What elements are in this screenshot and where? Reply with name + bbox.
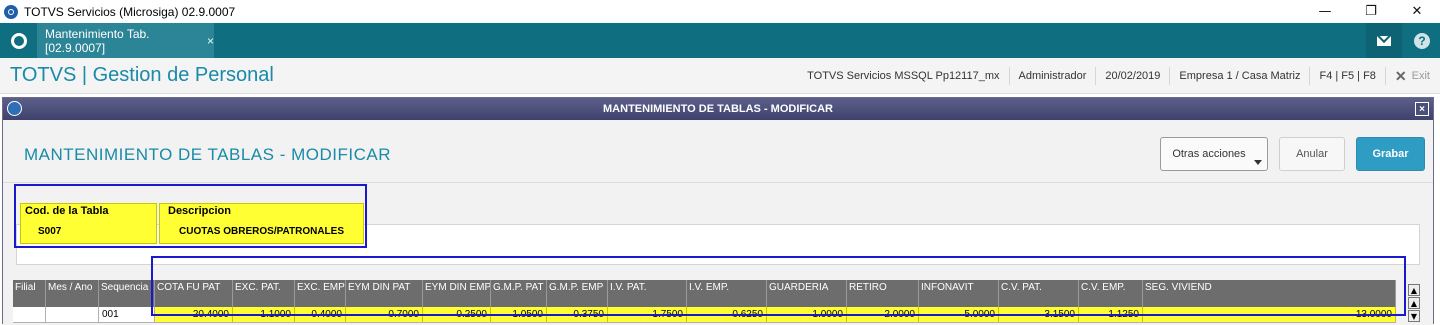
column-header[interactable]: EXC. EMP bbox=[295, 280, 346, 307]
column-header[interactable]: EYM DIN PAT bbox=[346, 280, 423, 307]
help-icon: ? bbox=[1414, 32, 1430, 49]
column-header[interactable]: G.M.P. PAT bbox=[491, 280, 547, 307]
grid-scroll-buttons: ▲ ▲ ▼ bbox=[1408, 284, 1420, 322]
grid-cell[interactable]: 5.0000 bbox=[919, 307, 999, 323]
company-label[interactable]: Empresa 1 / Casa Matriz bbox=[1169, 67, 1309, 85]
dialog-title: MANTENIMIENTO DE TABLAS - MODIFICAR bbox=[603, 103, 833, 115]
exit-label: Exit bbox=[1411, 70, 1430, 82]
data-grid: Filial Mes / Ano Sequencia COTA FU PAT E… bbox=[13, 280, 1406, 325]
column-header[interactable]: GUARDERIA bbox=[767, 280, 847, 307]
tab-bar: Mantenimiento Tab. [02.9.0007] × ? bbox=[0, 23, 1440, 58]
mail-button[interactable] bbox=[1366, 23, 1402, 58]
dialog-titlebar: MANTENIMIENTO DE TABLAS - MODIFICAR × bbox=[3, 98, 1433, 120]
cod-tabla-value: S007 bbox=[38, 226, 62, 237]
column-header[interactable]: RETIRO bbox=[847, 280, 919, 307]
grabar-button[interactable]: Grabar bbox=[1356, 137, 1425, 171]
descripcion-field[interactable]: Descripcion CUOTAS OBREROS/PATRONALES bbox=[159, 203, 364, 244]
grid-header-row: Filial Mes / Ano Sequencia COTA FU PAT E… bbox=[13, 280, 1396, 307]
app-icon bbox=[4, 4, 18, 19]
divider bbox=[3, 182, 1433, 183]
tab-mantenimiento[interactable]: Mantenimiento Tab. [02.9.0007] × bbox=[37, 23, 214, 58]
table-row[interactable]: 001 20.4000 1.1000 0.4000 0.7000 0.2500 … bbox=[13, 307, 1396, 323]
column-header[interactable]: C.V. EMP. bbox=[1079, 280, 1143, 307]
tab-close-icon[interactable]: × bbox=[207, 34, 214, 48]
column-header[interactable]: SEG. VIVIEND bbox=[1143, 280, 1396, 307]
chevron-down-icon bbox=[1254, 160, 1262, 165]
cod-tabla-label: Cod. de la Tabla bbox=[25, 205, 109, 217]
grid-cell[interactable]: 1.0500 bbox=[491, 307, 547, 323]
column-header[interactable]: COTA FU PAT bbox=[155, 280, 233, 307]
environment-label: TOTVS Servicios MSSQL Pp12117_mx bbox=[807, 70, 1000, 82]
anular-button[interactable]: Anular bbox=[1279, 137, 1345, 171]
module-title: TOTVS | Gestion de Personal bbox=[10, 64, 274, 86]
grid-cell[interactable]: 0.4000 bbox=[295, 307, 346, 323]
dialog-close-button[interactable]: × bbox=[1415, 102, 1429, 116]
user-label: Administrador bbox=[1008, 67, 1096, 85]
grid-cell[interactable]: 1.0000 bbox=[767, 307, 847, 323]
window-titlebar: TOTVS Servicios (Microsiga) 02.9.0007 — … bbox=[0, 0, 1440, 23]
window-controls: — ❐ ✕ bbox=[1302, 0, 1440, 23]
tab-label: Mantenimiento Tab. [02.9.0007] bbox=[45, 26, 150, 55]
grid-cell[interactable]: 1.1250 bbox=[1079, 307, 1143, 323]
descripcion-label: Descripcion bbox=[168, 205, 231, 217]
help-button[interactable]: ? bbox=[1404, 23, 1440, 58]
scroll-top-icon[interactable]: ▲ bbox=[1408, 284, 1420, 296]
grid-cell[interactable]: 1.7500 bbox=[608, 307, 687, 323]
grid-cell[interactable]: 0.2500 bbox=[423, 307, 491, 323]
column-header[interactable]: Sequencia bbox=[99, 280, 155, 307]
grid-cell[interactable]: 0.7000 bbox=[346, 307, 423, 323]
column-header[interactable]: Filial bbox=[13, 280, 46, 307]
grid-cell[interactable]: 2.0000 bbox=[847, 307, 919, 323]
scroll-down-icon[interactable]: ▼ bbox=[1408, 310, 1420, 322]
column-header[interactable]: C.V. PAT. bbox=[999, 280, 1079, 307]
window-title: TOTVS Servicios (Microsiga) 02.9.0007 bbox=[24, 4, 236, 19]
column-header[interactable]: I.V. PAT. bbox=[608, 280, 687, 307]
function-keys-label[interactable]: F4 | F5 | F8 bbox=[1309, 67, 1384, 85]
column-header[interactable]: INFONAVIT bbox=[919, 280, 999, 307]
cod-tabla-field[interactable]: Cod. de la Tabla S007 bbox=[20, 203, 157, 244]
grid-cell[interactable]: 001 bbox=[99, 307, 155, 323]
grid-cell[interactable]: 20.4000 bbox=[155, 307, 233, 323]
column-header[interactable]: I.V. EMP. bbox=[687, 280, 767, 307]
grid-cell[interactable] bbox=[46, 307, 99, 323]
exit-icon: ✕ bbox=[1394, 67, 1407, 84]
column-header[interactable]: G.M.P. EMP bbox=[547, 280, 608, 307]
mail-icon bbox=[1377, 35, 1391, 46]
close-window-button[interactable]: ✕ bbox=[1394, 0, 1440, 23]
maintenance-dialog: MANTENIMIENTO DE TABLAS - MODIFICAR × MA… bbox=[2, 97, 1434, 325]
grid-cell[interactable]: 0.6250 bbox=[687, 307, 767, 323]
dialog-heading: MANTENIMIENTO DE TABLAS - MODIFICAR bbox=[24, 145, 391, 164]
scroll-up-icon[interactable]: ▲ bbox=[1408, 297, 1420, 309]
grid-cell[interactable]: 3.1500 bbox=[999, 307, 1079, 323]
grid-cell[interactable] bbox=[13, 307, 46, 323]
otras-acciones-button[interactable]: Otras acciones bbox=[1160, 137, 1268, 171]
restore-button[interactable]: ❐ bbox=[1348, 0, 1394, 23]
column-header[interactable]: Mes / Ano bbox=[46, 280, 99, 307]
column-header[interactable]: EYM DIN EMP bbox=[423, 280, 491, 307]
dialog-app-icon bbox=[7, 101, 22, 116]
minimize-button[interactable]: — bbox=[1302, 0, 1348, 23]
grid-cell[interactable]: 1.1000 bbox=[233, 307, 295, 323]
header-info: TOTVS Servicios MSSQL Pp12117_mx Adminis… bbox=[798, 58, 1440, 94]
exit-button[interactable]: ✕ Exit bbox=[1384, 67, 1440, 85]
grid-cell[interactable]: 0.3750 bbox=[547, 307, 608, 323]
grid-cell[interactable]: 13.0000 bbox=[1143, 307, 1396, 323]
otras-acciones-label: Otras acciones bbox=[1172, 148, 1246, 160]
totvs-logo-icon[interactable] bbox=[0, 23, 37, 58]
descripcion-value: CUOTAS OBREROS/PATRONALES bbox=[179, 226, 345, 237]
column-header[interactable]: EXC. PAT. bbox=[233, 280, 295, 307]
module-header: TOTVS | Gestion de Personal TOTVS Servic… bbox=[0, 58, 1440, 94]
date-label: 20/02/2019 bbox=[1095, 67, 1169, 85]
dialog-body: MANTENIMIENTO DE TABLAS - MODIFICAR Otra… bbox=[3, 120, 1433, 325]
